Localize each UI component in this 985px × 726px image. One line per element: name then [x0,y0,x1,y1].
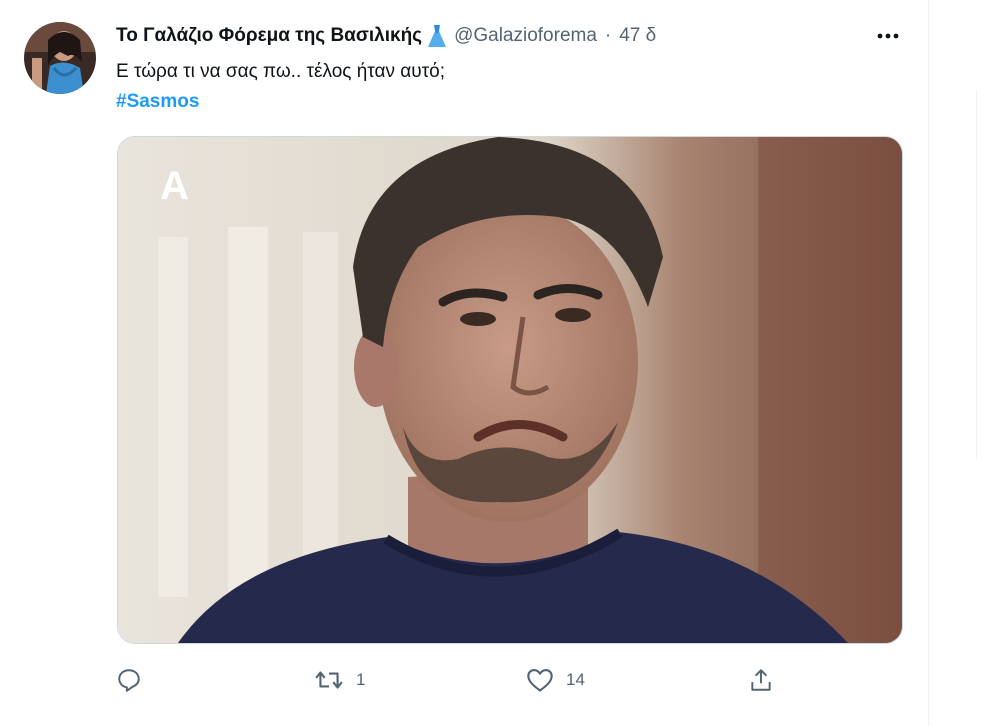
share-button[interactable] [748,660,786,700]
share-icon [751,669,771,691]
retweet-count: 1 [356,670,366,689]
video-still: Α [118,137,902,643]
separator-dot: · [604,25,612,46]
reply-icon [118,669,140,692]
tweet-media[interactable]: Α [117,136,903,644]
tweet-header: Το Γαλάζιο Φόρεμα της Βασιλικής @Galazio… [116,22,656,50]
tweet-text: Ε τώρα τι να σας πω.. τέλος ήταν αυτό; [116,61,446,82]
avatar-image [24,22,96,94]
hashtag-link[interactable]: #Sasmos [116,88,199,116]
sidebar-divider [976,90,977,460]
tweet-actions: 1 14 [116,660,796,700]
channel-logo: Α [160,164,189,208]
heart-icon [527,669,553,692]
column-divider [928,0,929,726]
retweet-icon [315,671,343,689]
retweet-button[interactable]: 1 [314,660,365,700]
tweet-card[interactable]: Το Γαλάζιο Φόρεμα της Βασιλικής @Galazio… [0,0,930,726]
handle[interactable]: @Galazioforema [454,25,597,47]
like-count: 14 [566,670,585,689]
reply-button[interactable] [116,660,154,700]
dress-icon [424,23,450,49]
timestamp[interactable]: 47 δ [619,25,656,47]
more-options-button[interactable] [872,22,904,50]
display-name[interactable]: Το Γαλάζιο Φόρεμα της Βασιλικής [116,25,422,47]
avatar[interactable] [24,22,96,94]
more-icon [877,33,899,39]
like-button[interactable]: 14 [526,660,585,700]
